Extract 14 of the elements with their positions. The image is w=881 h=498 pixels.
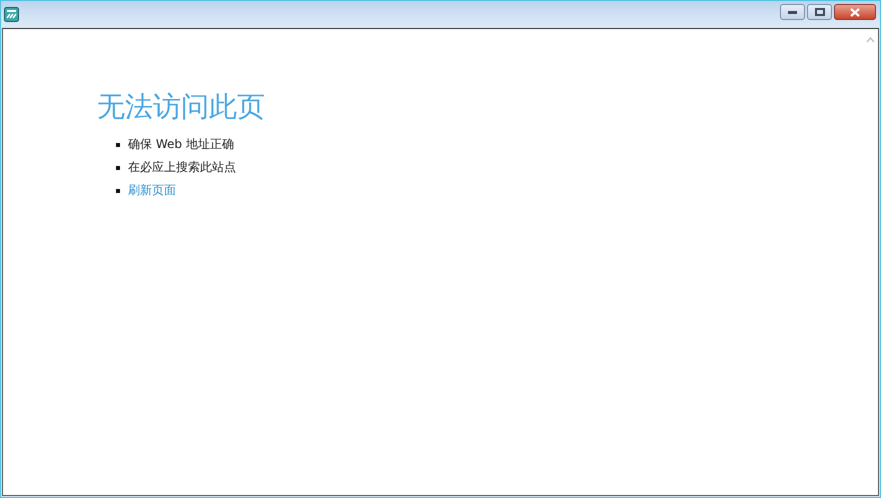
maximize-icon — [814, 8, 824, 16]
bullet-icon — [116, 188, 120, 192]
suggestion-text: 确保 Web 地址正确 — [128, 136, 234, 153]
maximize-button[interactable] — [807, 4, 832, 20]
app-icon — [4, 7, 19, 22]
close-button[interactable] — [834, 4, 876, 20]
bullet-icon — [116, 166, 120, 170]
error-heading: 无法访问此页 — [97, 89, 265, 125]
minimize-icon — [788, 10, 797, 14]
refresh-link[interactable]: 刷新页面 — [128, 182, 176, 199]
minimize-button[interactable] — [780, 4, 805, 20]
suggestion-text: 在必应上搜索此站点 — [128, 159, 236, 176]
close-icon — [850, 8, 860, 16]
bullet-icon — [116, 142, 120, 146]
